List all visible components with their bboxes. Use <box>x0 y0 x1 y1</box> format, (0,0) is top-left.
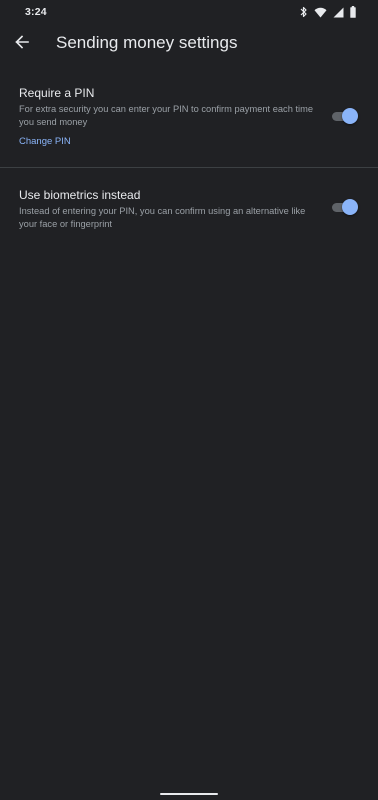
status-bar: 3:24 <box>0 0 378 24</box>
back-button[interactable] <box>8 30 36 58</box>
status-time: 3:24 <box>25 6 47 18</box>
divider <box>0 167 378 168</box>
biometrics-text: Use biometrics instead Instead of enteri… <box>19 188 318 230</box>
change-pin-link[interactable]: Change PIN <box>19 136 71 147</box>
require-pin-text: Require a PIN For extra security you can… <box>19 86 318 128</box>
require-pin-setting: Require a PIN For extra security you can… <box>0 84 378 167</box>
status-icons <box>300 5 356 19</box>
page-title: Sending money settings <box>56 33 238 52</box>
require-pin-title: Require a PIN <box>19 86 95 100</box>
biometrics-title: Use biometrics instead <box>19 188 141 202</box>
require-pin-description: For extra security you can enter your PI… <box>19 104 314 127</box>
require-pin-toggle[interactable] <box>331 107 358 125</box>
toggle-thumb <box>342 108 358 124</box>
biometrics-setting: Use biometrics instead Instead of enteri… <box>0 186 378 236</box>
bluetooth-icon <box>300 6 308 18</box>
arrow-left-icon <box>15 34 29 54</box>
biometrics-toggle[interactable] <box>331 198 358 216</box>
app-bar: Sending money settings <box>0 24 378 64</box>
battery-icon <box>350 6 356 18</box>
signal-icon <box>333 7 344 18</box>
toggle-thumb <box>342 199 358 215</box>
screen: 3:24 Sending money settings Require a PI… <box>0 0 378 800</box>
biometrics-description: Instead of entering your PIN, you can co… <box>19 206 306 229</box>
wifi-icon <box>314 7 327 18</box>
home-indicator[interactable] <box>160 793 218 795</box>
